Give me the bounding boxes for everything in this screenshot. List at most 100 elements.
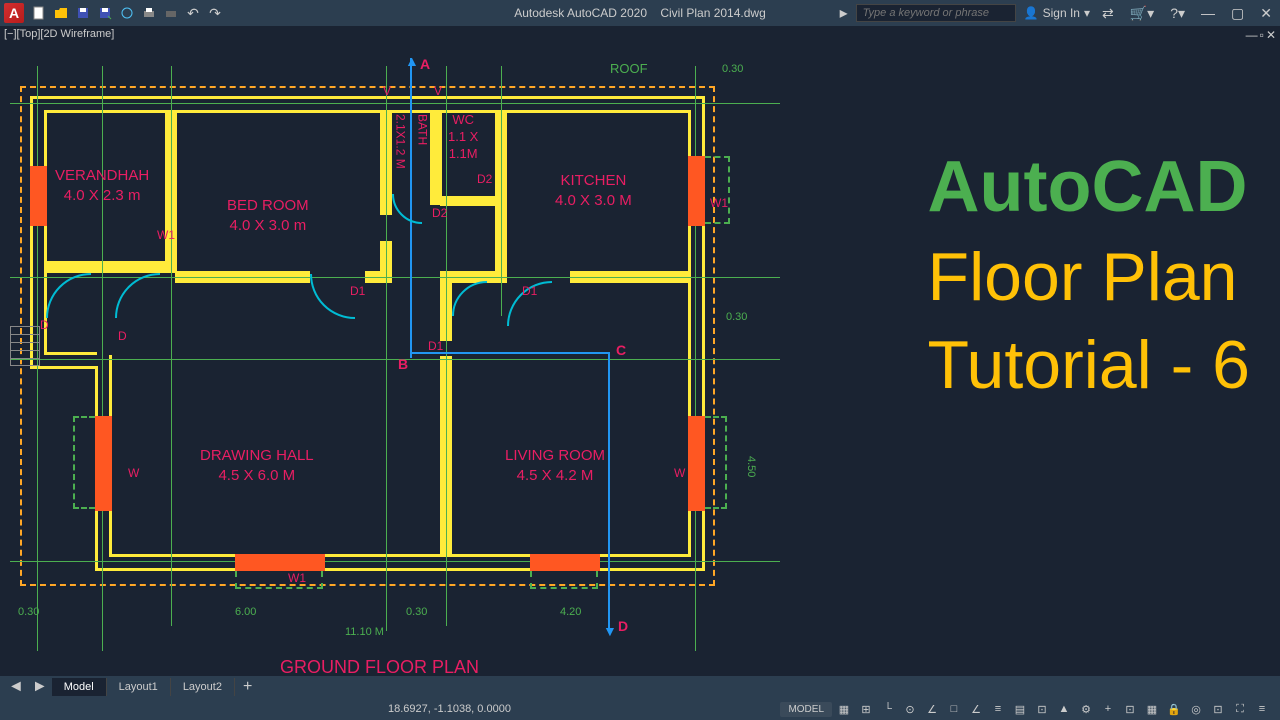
search-input[interactable] — [856, 4, 1016, 22]
section-b: B — [398, 356, 408, 372]
doc-minimize-button[interactable]: — — [1246, 28, 1258, 42]
model-space-button[interactable]: MODEL — [780, 702, 832, 717]
win-dash-drawing — [73, 416, 95, 509]
units-icon[interactable]: ⊡ — [1120, 700, 1140, 718]
label-w1a: W1 — [157, 228, 175, 242]
tab-layout2[interactable]: Layout2 — [171, 678, 235, 696]
workspace-icon[interactable]: ⚙ — [1076, 700, 1096, 718]
isolate-icon[interactable]: ◎ — [1186, 700, 1206, 718]
maximize-button[interactable]: ▢ — [1227, 5, 1248, 22]
win-dash-kitchen — [705, 156, 730, 224]
grid-h4 — [10, 561, 780, 562]
redo-icon[interactable]: ↷ — [206, 4, 224, 22]
tab-layout1[interactable]: Layout1 — [107, 678, 171, 696]
wall-wc-bottom — [440, 196, 500, 206]
label-d2a: D2 — [432, 206, 447, 220]
dim-030a: 0.30 — [18, 606, 39, 618]
lock-ui-icon[interactable]: 🔒 — [1164, 700, 1184, 718]
print-icon[interactable] — [162, 4, 180, 22]
room-wc: WC 1.1 X 1.1M — [448, 112, 478, 163]
dim-030b: 0.30 — [406, 606, 427, 618]
file-name: Civil Plan 2014.dwg — [660, 6, 765, 20]
lineweight-icon[interactable]: ≡ — [988, 700, 1008, 718]
grid-v6 — [501, 66, 502, 316]
annotation-icon[interactable]: ▲ — [1054, 700, 1074, 718]
polar-toggle-icon[interactable]: ⊙ — [900, 700, 920, 718]
hardware-icon[interactable]: ⊡ — [1208, 700, 1228, 718]
snap-toggle-icon[interactable]: ⊞ — [856, 700, 876, 718]
grid-h2 — [10, 277, 780, 278]
web-icon[interactable] — [118, 4, 136, 22]
room-kitchen: KITCHEN 4.0 X 3.0 M — [555, 171, 632, 210]
dim-600: 6.00 — [235, 606, 256, 618]
save-icon[interactable] — [74, 4, 92, 22]
label-d2b: D2 — [477, 172, 492, 186]
help-icon[interactable]: ?▾ — [1166, 5, 1189, 22]
new-icon[interactable] — [30, 4, 48, 22]
wall-inner-step — [44, 352, 97, 355]
grid-h1 — [10, 103, 780, 104]
window-kitchen — [688, 156, 705, 226]
customize-icon[interactable]: ≡ — [1252, 700, 1272, 718]
cycling-icon[interactable]: ⊡ — [1032, 700, 1052, 718]
dim-420: 4.20 — [560, 606, 581, 618]
room-verandah: VERANDHAH 4.0 X 2.3 m — [55, 166, 149, 205]
ortho-toggle-icon[interactable]: └ — [878, 700, 898, 718]
tab-next-icon[interactable]: ► — [28, 678, 52, 696]
plot-icon[interactable] — [140, 4, 158, 22]
roof-label: ROOF — [610, 61, 648, 76]
tab-model[interactable]: Model — [52, 678, 107, 696]
annomonitor-icon[interactable]: + — [1098, 700, 1118, 718]
osnap-toggle-icon[interactable]: □ — [944, 700, 964, 718]
label-d1: D — [40, 318, 49, 332]
wall-outer-top — [30, 96, 705, 99]
dim-030t: 0.30 — [722, 63, 743, 75]
wall-step — [30, 366, 97, 369]
label-wb: W — [674, 466, 685, 480]
signin-button[interactable]: 👤 Sign In ▾ — [1024, 6, 1090, 20]
undo-icon[interactable]: ↶ — [184, 4, 202, 22]
window-title: Autodesk AutoCAD 2020 Civil Plan 2014.dw… — [514, 6, 766, 20]
drawing-canvas[interactable]: AutoCAD Floor Plan Tutorial - 6 ROOF — [0, 26, 1280, 676]
overlay-tutorial: Tutorial - 6 — [928, 326, 1250, 404]
autocad-logo-icon[interactable]: A — [4, 3, 24, 23]
section-arrow-a: ▲ — [405, 53, 419, 69]
layout-tabs: ◄ ► Model Layout1 Layout2 + — [0, 676, 1280, 698]
cleanscreen-icon[interactable]: ⛶ — [1230, 700, 1250, 718]
coordinates: 18.6927, -1.1038, 0.0000 — [388, 703, 511, 715]
saveas-icon[interactable] — [96, 4, 114, 22]
otrack-icon[interactable]: ∠ — [966, 700, 986, 718]
room-drawing: DRAWING HALL 4.5 X 6.0 M — [200, 446, 314, 485]
tab-add-button[interactable]: + — [235, 678, 260, 696]
overlay-autocad: AutoCAD — [928, 146, 1250, 228]
open-icon[interactable] — [52, 4, 70, 22]
grid-toggle-icon[interactable]: ▦ — [834, 700, 854, 718]
wall-inner-bottom — [109, 554, 691, 557]
viewport-label[interactable]: [−][Top][2D Wireframe] — [4, 28, 114, 40]
wall-bath-wc — [430, 110, 442, 205]
tab-prev-icon[interactable]: ◄ — [4, 678, 28, 696]
wall-inner-top — [44, 110, 691, 113]
overlay-floorplan: Floor Plan — [928, 238, 1250, 316]
label-d1c: D1 — [522, 284, 537, 298]
dim-1110: 11.10 M — [345, 626, 384, 638]
grid-v2 — [102, 66, 103, 651]
label-d1a: D1 — [350, 284, 365, 298]
label-wa: W — [128, 466, 139, 480]
cart-icon[interactable]: 🛒▾ — [1126, 5, 1158, 22]
quickprops-icon[interactable]: ▦ — [1142, 700, 1162, 718]
transparency-icon[interactable]: ▤ — [1010, 700, 1030, 718]
label-d2: D — [118, 329, 127, 343]
window-verandah — [30, 166, 47, 226]
status-bar: 18.6927, -1.1038, 0.0000 MODEL ▦ ⊞ └ ⊙ ∠… — [0, 698, 1280, 720]
room-bedroom: BED ROOM 4.0 X 3.0 m — [227, 196, 309, 235]
label-vb: V — [434, 84, 442, 98]
isodraft-icon[interactable]: ∠ — [922, 700, 942, 718]
doc-restore-button[interactable]: ▫ — [1260, 28, 1264, 42]
minimize-button[interactable]: — — [1197, 5, 1219, 21]
room-living: LIVING ROOM 4.5 X 4.2 M — [505, 446, 605, 485]
exchange-icon[interactable]: ⇄ — [1098, 5, 1118, 22]
close-button[interactable]: ✕ — [1256, 5, 1276, 22]
doc-close-button[interactable]: ✕ — [1266, 28, 1276, 42]
section-a: A — [420, 56, 430, 72]
